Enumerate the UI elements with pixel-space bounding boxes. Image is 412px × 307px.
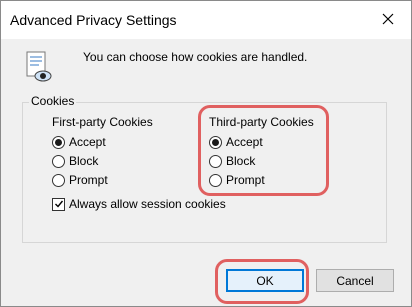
first-party-block-radio[interactable]: Block xyxy=(52,153,98,169)
radio-label: Block xyxy=(69,154,99,168)
title-bar: Advanced Privacy Settings xyxy=(1,1,411,39)
radio-button[interactable] xyxy=(52,135,65,149)
cookies-group-label: Cookies xyxy=(29,94,77,108)
first-party-accept-radio[interactable]: Accept xyxy=(52,134,106,150)
first-party-title: First-party Cookies xyxy=(52,115,153,129)
radio-button[interactable] xyxy=(52,154,65,168)
radio-button[interactable] xyxy=(52,173,65,187)
dialog-title: Advanced Privacy Settings xyxy=(10,12,177,28)
third-party-highlight xyxy=(198,105,329,196)
close-button[interactable] xyxy=(365,1,411,39)
first-party-prompt-radio[interactable]: Prompt xyxy=(52,172,108,188)
session-cookies-checkbox-row[interactable]: Always allow session cookies xyxy=(52,196,226,212)
session-cookies-label: Always allow session cookies xyxy=(69,197,226,211)
radio-label: Accept xyxy=(69,135,106,149)
session-cookies-checkbox[interactable] xyxy=(52,197,65,211)
privacy-document-eye-icon xyxy=(23,51,53,83)
close-icon xyxy=(382,13,394,28)
advanced-privacy-dialog: Advanced Privacy Settings You can choose… xyxy=(0,0,412,307)
info-text: You can choose how cookies are handled. xyxy=(83,50,308,64)
radio-label: Prompt xyxy=(69,173,108,187)
cancel-button[interactable]: Cancel xyxy=(316,269,394,292)
ok-highlight xyxy=(215,259,309,304)
